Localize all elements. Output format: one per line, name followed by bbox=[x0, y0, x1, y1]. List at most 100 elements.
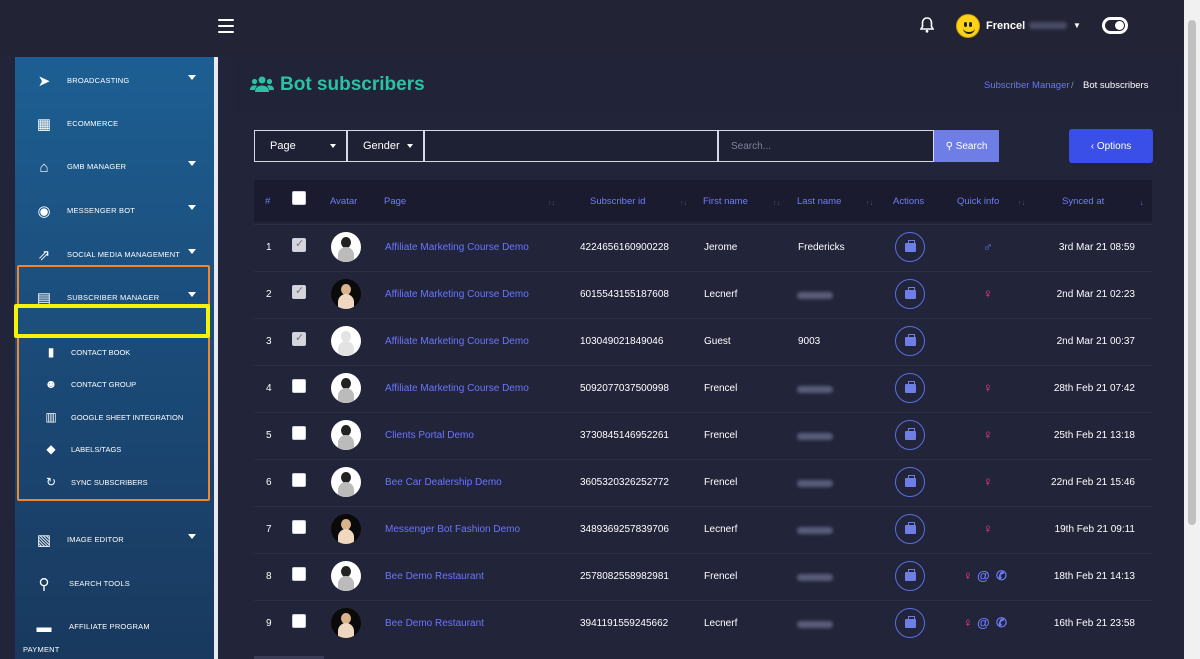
page-link[interactable]: Clients Portal Demo bbox=[385, 430, 474, 441]
page-filter-select[interactable]: Page bbox=[254, 130, 347, 162]
last-name-blurred bbox=[797, 574, 833, 581]
briefcase-action-button[interactable] bbox=[895, 514, 925, 544]
theme-toggle-icon[interactable] bbox=[1102, 17, 1128, 34]
briefcase-action-button[interactable] bbox=[895, 561, 925, 591]
subscriber-id: 2578082558982981 bbox=[580, 571, 669, 582]
caret-down-icon bbox=[188, 534, 196, 539]
image-icon: ▧ bbox=[36, 532, 52, 549]
sort-icon[interactable]: ↑↓ bbox=[548, 200, 555, 207]
page-link[interactable]: Affiliate Marketing Course Demo bbox=[385, 336, 529, 347]
first-name: Frencel bbox=[704, 430, 738, 441]
scrollbar-thumb[interactable] bbox=[1188, 20, 1196, 525]
bell-icon[interactable] bbox=[920, 17, 934, 33]
synced-at: 3rd Mar 21 08:59 bbox=[1058, 242, 1135, 253]
briefcase-action-button[interactable] bbox=[895, 608, 925, 638]
briefcase-action-button[interactable] bbox=[895, 232, 925, 262]
subscriber-id: 6015543155187608 bbox=[580, 289, 669, 300]
sort-desc-icon[interactable]: ↓ bbox=[1140, 200, 1144, 207]
sort-icon[interactable]: ↑↓ bbox=[1018, 200, 1025, 207]
sort-icon[interactable]: ↑↓ bbox=[773, 200, 780, 207]
synced-at: 19th Feb 21 09:11 bbox=[1054, 524, 1135, 535]
row-checkbox[interactable] bbox=[292, 520, 306, 534]
column-header-num[interactable]: # bbox=[265, 196, 270, 207]
breadcrumb-current: Bot subscribers bbox=[1083, 80, 1149, 91]
username-blurred bbox=[1029, 22, 1067, 29]
sidebar-item-broadcasting[interactable]: ➤ BROADCASTING bbox=[15, 64, 218, 100]
row-number: 9 bbox=[266, 618, 272, 629]
sort-icon[interactable]: ↑↓ bbox=[680, 200, 687, 207]
sidebar-item-gmb-manager[interactable]: ⌂ GMB MANAGER bbox=[15, 150, 218, 186]
sort-icon[interactable]: ↑↓ bbox=[866, 200, 873, 207]
options-button[interactable]: ‹ Options bbox=[1069, 129, 1153, 163]
menu-toggle-icon[interactable] bbox=[218, 19, 234, 33]
row-number: 7 bbox=[266, 524, 272, 535]
briefcase-icon bbox=[905, 381, 916, 393]
row-checkbox[interactable] bbox=[292, 426, 306, 440]
chevron-down-icon[interactable]: ▼ bbox=[1073, 21, 1081, 30]
last-name-blurred bbox=[797, 527, 833, 534]
avatar bbox=[331, 326, 361, 356]
briefcase-action-button[interactable] bbox=[895, 467, 925, 497]
synced-at: 16th Feb 21 23:58 bbox=[1053, 618, 1135, 629]
search-box[interactable] bbox=[718, 130, 934, 162]
row-number: 3 bbox=[266, 336, 272, 347]
row-checkbox[interactable] bbox=[292, 567, 306, 581]
column-header-synced-at[interactable]: Synced at bbox=[1062, 196, 1104, 207]
username-label[interactable]: Frencel bbox=[986, 20, 1025, 32]
row-checkbox[interactable] bbox=[292, 614, 306, 628]
row-checkbox[interactable] bbox=[292, 331, 306, 346]
briefcase-action-button[interactable] bbox=[895, 279, 925, 309]
page-link[interactable]: Affiliate Marketing Course Demo bbox=[385, 289, 529, 300]
sidebar-item-ecommerce[interactable]: ▦ ECOMMERCE bbox=[15, 107, 218, 143]
search-button[interactable]: ⚲ Search bbox=[934, 130, 999, 162]
briefcase-action-button[interactable] bbox=[895, 326, 925, 356]
page-link[interactable]: Messenger Bot Fashion Demo bbox=[385, 524, 520, 535]
row-number: 6 bbox=[266, 477, 272, 488]
synced-at: 25th Feb 21 13:18 bbox=[1053, 430, 1135, 441]
search-input[interactable] bbox=[719, 131, 933, 161]
row-checkbox[interactable] bbox=[292, 284, 306, 299]
briefcase-icon bbox=[905, 287, 916, 299]
female-icon: ♀ bbox=[983, 521, 993, 536]
first-name: Frencel bbox=[704, 477, 738, 488]
column-header-last-name[interactable]: Last name bbox=[797, 196, 841, 207]
sidebar-item-payment[interactable]: PAYMENT bbox=[15, 633, 218, 659]
avatar bbox=[331, 420, 361, 450]
select-all-checkbox[interactable] bbox=[292, 191, 306, 205]
column-header-first-name[interactable]: First name bbox=[703, 196, 748, 207]
sidebar-item-messenger-bot[interactable]: ◉ MESSENGER BOT bbox=[15, 194, 218, 230]
row-checkbox[interactable] bbox=[292, 473, 306, 487]
briefcase-icon bbox=[905, 428, 916, 440]
row-checkbox[interactable] bbox=[292, 237, 306, 252]
row-number: 4 bbox=[266, 383, 272, 394]
last-name: 9003 bbox=[798, 336, 821, 347]
sidebar-item-label: SEARCH TOOLS bbox=[69, 579, 130, 588]
female-icon: ♀ bbox=[963, 568, 973, 583]
briefcase-action-button[interactable] bbox=[895, 420, 925, 450]
briefcase-action-button[interactable] bbox=[895, 373, 925, 403]
sidebar-item-image-editor[interactable]: ▧ IMAGE EDITOR bbox=[15, 523, 218, 559]
breadcrumb-link[interactable]: Subscriber Manager bbox=[984, 80, 1070, 91]
sidebar-item-search-tools[interactable]: ⚲ SEARCH TOOLS bbox=[15, 567, 218, 603]
column-header-subscriber-id[interactable]: Subscriber id bbox=[590, 196, 645, 207]
page-link[interactable]: Affiliate Marketing Course Demo bbox=[385, 242, 529, 253]
page-link[interactable]: Bee Car Dealership Demo bbox=[385, 477, 502, 488]
sidebar-item-label: PAYMENT bbox=[23, 645, 60, 654]
column-header-page[interactable]: Page bbox=[384, 196, 406, 207]
sidebar-scrollbar[interactable] bbox=[214, 57, 218, 659]
filter-blank-field[interactable] bbox=[424, 130, 718, 162]
page-link[interactable]: Affiliate Marketing Course Demo bbox=[385, 383, 529, 394]
synced-at: 22nd Feb 21 15:46 bbox=[1051, 477, 1135, 488]
last-name-blurred bbox=[797, 621, 833, 628]
search-icon: ⚲ bbox=[945, 140, 956, 152]
paper-plane-icon: ➤ bbox=[37, 73, 51, 90]
page-link[interactable]: Bee Demo Restaurant bbox=[385, 571, 484, 582]
page-link[interactable]: Bee Demo Restaurant bbox=[385, 618, 484, 629]
last-name-blurred bbox=[797, 386, 833, 393]
gender-filter-select[interactable]: Gender bbox=[347, 130, 424, 162]
synced-at: 2nd Mar 21 00:37 bbox=[1056, 336, 1135, 347]
row-checkbox[interactable] bbox=[292, 379, 306, 393]
page-scrollbar[interactable] bbox=[1184, 0, 1200, 659]
briefcase-icon bbox=[905, 334, 916, 346]
user-avatar[interactable] bbox=[956, 14, 980, 38]
